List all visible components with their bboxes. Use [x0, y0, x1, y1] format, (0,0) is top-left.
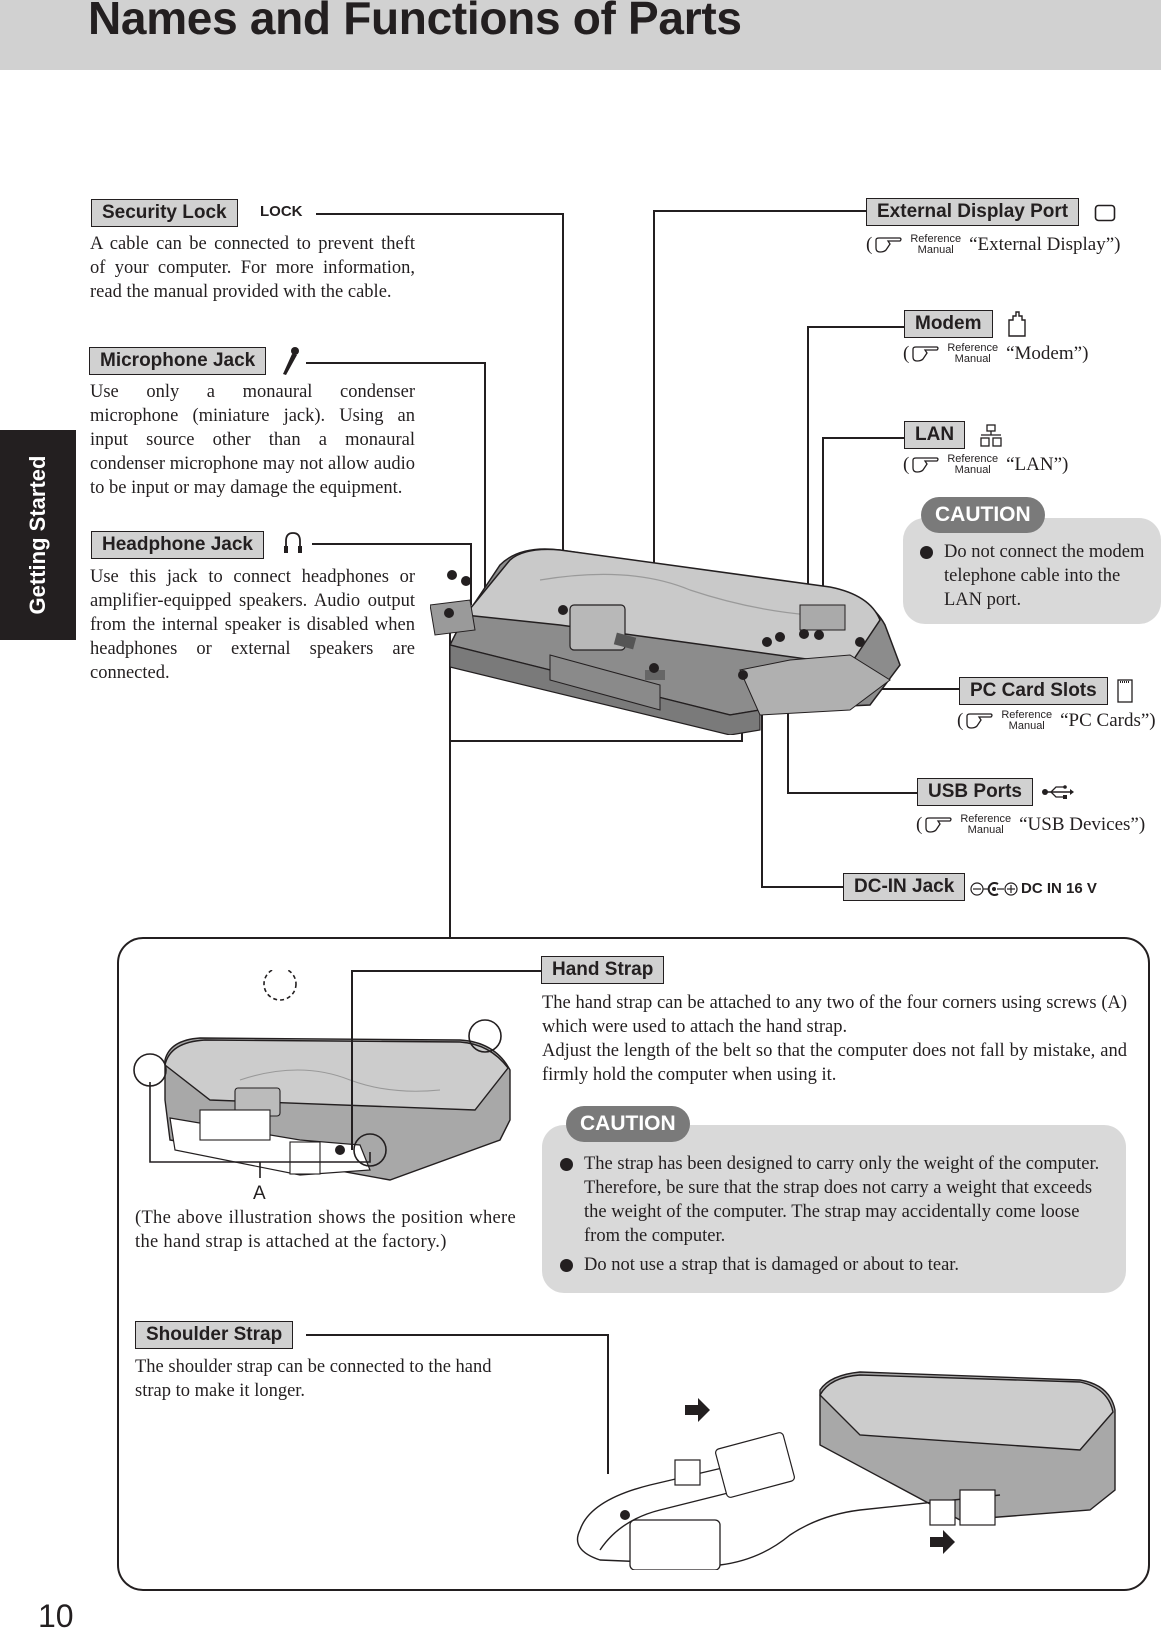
- ref-paren: (: [916, 814, 923, 835]
- shoulder-strap-label: Shoulder Strap: [135, 1321, 294, 1349]
- external-display-reference: ( Reference Manual “External Display”): [866, 234, 1121, 256]
- caution-strap-item: The strap has been designed to carry onl…: [560, 1152, 1108, 1248]
- ref-paren: (: [866, 234, 873, 255]
- ref-paren: (: [957, 710, 964, 731]
- shoulder-strap-description: The shoulder strap can be connected to t…: [135, 1357, 492, 1401]
- modem-label: Modem: [904, 310, 993, 338]
- reference-manual-badge: Reference Manual: [910, 233, 962, 256]
- caution-lan-item: Do not connect the modem telephone cable…: [920, 540, 1149, 612]
- screw-marker: A: [253, 1183, 266, 1204]
- display-icon: [1094, 204, 1116, 222]
- lan-label: LAN: [904, 421, 966, 449]
- hand-strap-illustration-note: (The above illustration shows the positi…: [135, 1208, 516, 1252]
- reference-manual-badge: Reference Manual: [947, 453, 999, 476]
- reference-topic: “PC Cards”): [1060, 710, 1156, 731]
- dc-polarity-icon: [970, 882, 1018, 896]
- usb-reference: ( Reference Manual “USB Devices”): [916, 814, 1145, 836]
- reference-manual-badge: Reference Manual: [1001, 709, 1053, 732]
- pc-card-icon: [1117, 679, 1133, 703]
- hand-strap-leader: [351, 970, 541, 972]
- dc-in-jack-label: DC-IN Jack: [843, 873, 966, 901]
- section-tab-label: Getting Started: [25, 455, 50, 615]
- bullet-icon: [560, 1158, 573, 1171]
- usb-icon: [1042, 785, 1074, 799]
- reference-topic: “LAN”): [1006, 454, 1069, 475]
- security-lock-description: A cable can be connected to prevent thef…: [90, 234, 415, 302]
- reference-manual-badge: Reference Manual: [960, 813, 1012, 836]
- lan-network-icon: [980, 424, 1002, 447]
- pointing-hand-icon: [875, 237, 902, 253]
- microphone-jack-label: Microphone Jack: [89, 347, 267, 375]
- microphone-jack-description: Use only a monaural condenser microphone…: [90, 382, 415, 498]
- pointing-hand-icon: [966, 713, 993, 729]
- bullet-icon: [560, 1259, 573, 1272]
- ref-paren: (: [903, 454, 910, 475]
- security-lock-label: Security Lock: [91, 199, 238, 227]
- laptop-side-illustration: [430, 548, 901, 735]
- hand-strap-description: The hand strap can be attached to any tw…: [542, 991, 1127, 1087]
- reference-manual-badge: Reference Manual: [947, 342, 999, 365]
- hand-strap-description-2: Adjust the length of the belt so that th…: [542, 1041, 1127, 1085]
- section-tab: Getting Started: [0, 430, 76, 640]
- pointing-hand-icon: [912, 346, 939, 362]
- reference-topic: “Modem”): [1006, 343, 1089, 364]
- reference-topic: “External Display”): [969, 234, 1121, 255]
- caution-strap-tag: CAUTION: [566, 1106, 690, 1142]
- hand-strap-illustration: [133, 970, 511, 1181]
- hand-strap-leader: [351, 970, 353, 1150]
- shoulder-strap-illustration: [576, 1371, 1116, 1570]
- headphone-jack-description: Use this jack to connect headphones or a…: [90, 567, 415, 683]
- headphone-icon: [284, 532, 302, 553]
- modem-jack-icon: [1008, 311, 1026, 337]
- reference-topic: “USB Devices”): [1019, 814, 1146, 835]
- usb-ports-label: USB Ports: [917, 778, 1033, 806]
- microphone-icon: [283, 347, 299, 375]
- modem-reference: ( Reference Manual “Modem”): [903, 343, 1088, 365]
- caution-strap-item: Do not use a strap that is damaged or ab…: [560, 1253, 1108, 1277]
- pointing-hand-icon: [925, 817, 952, 833]
- bullet-icon: [920, 546, 933, 559]
- pointing-hand-icon: [912, 457, 939, 473]
- page-title: Names and Functions of Parts: [88, 0, 742, 44]
- ref-paren: (: [903, 343, 910, 364]
- shoulder-strap-leader: [306, 1334, 609, 1336]
- lock-symbol: LOCK: [260, 203, 303, 220]
- external-display-port-label: External Display Port: [866, 198, 1080, 226]
- page-header: Names and Functions of Parts: [0, 0, 1161, 70]
- page-number: 10: [38, 1598, 74, 1634]
- caution-lan-tag: CAUTION: [921, 497, 1045, 533]
- hand-strap-description-1: The hand strap can be attached to any tw…: [542, 993, 1127, 1037]
- lan-reference: ( Reference Manual “LAN”): [903, 454, 1068, 476]
- pc-card-reference: ( Reference Manual “PC Cards”): [957, 710, 1156, 732]
- headphone-jack-label: Headphone Jack: [91, 531, 264, 559]
- dc-in-rating: DC IN 16 V: [1021, 880, 1097, 897]
- hand-strap-label: Hand Strap: [541, 956, 665, 984]
- pc-card-slots-label: PC Card Slots: [959, 677, 1108, 705]
